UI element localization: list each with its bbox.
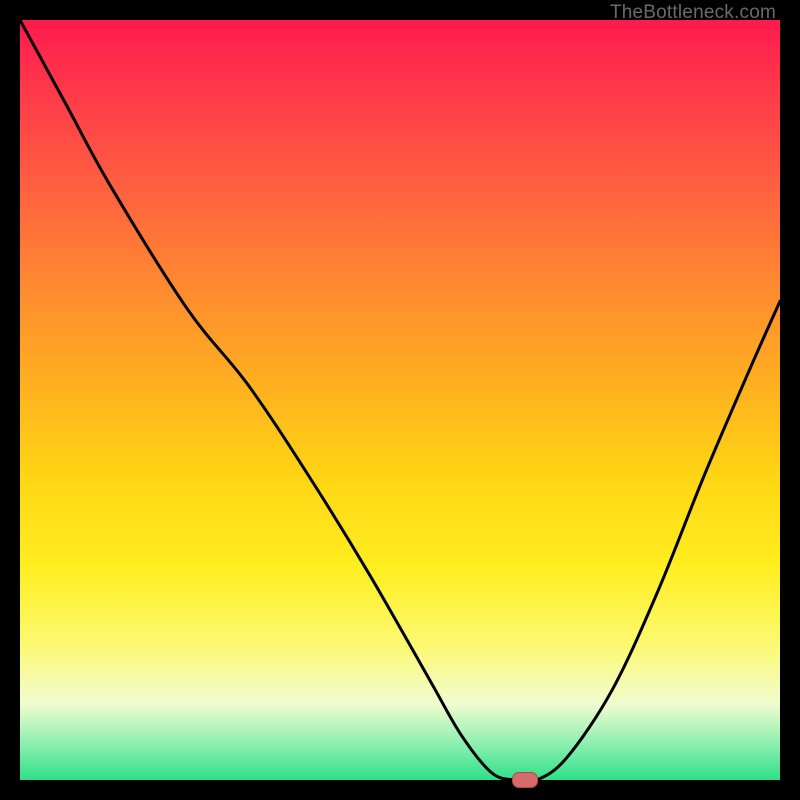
- optimal-point-marker: [512, 772, 538, 788]
- chart-frame: TheBottleneck.com: [0, 0, 800, 800]
- bottleneck-curve: [20, 20, 780, 780]
- plot-area: [20, 20, 780, 780]
